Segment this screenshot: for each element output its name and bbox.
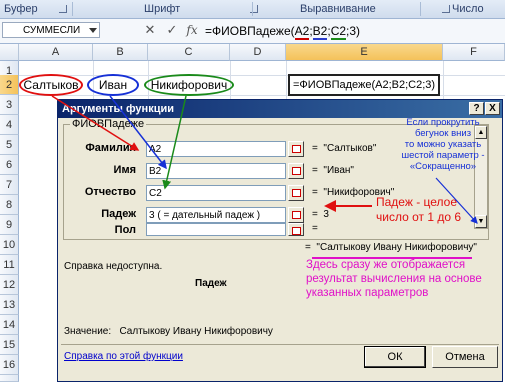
annotation-arrows: [51, 95, 478, 224]
arrow-c2-to-patronymic: [162, 95, 187, 190]
arrow-b2-to-name: [109, 95, 167, 170]
arrow-a2-to-surname: [51, 95, 140, 151]
arrow-scroll-note: [435, 177, 478, 224]
